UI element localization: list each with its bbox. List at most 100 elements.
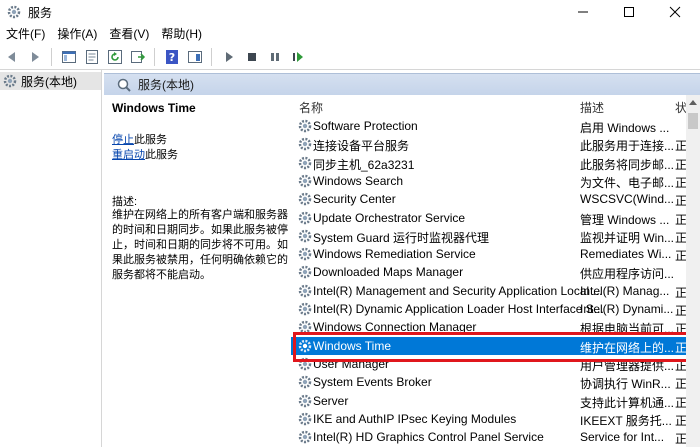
service-gear-icon [297, 118, 313, 134]
scroll-thumb[interactable] [688, 113, 698, 129]
table-row[interactable]: 同步主机_62a3231 此服务将同步邮... 正 [291, 154, 686, 172]
table-row[interactable]: IKE and AuthIP IPsec Keying Modules IKEEX… [291, 410, 686, 428]
table-row[interactable]: Intel(R) HD Graphics Control Panel Servi… [291, 428, 686, 446]
column-header-status[interactable]: 状 [675, 99, 686, 116]
menu-view[interactable]: 查看(V) [103, 24, 155, 44]
table-row[interactable]: System Guard 运行时监视器代理 监视并证明 Win... 正 [291, 227, 686, 245]
table-row[interactable]: Software Protection 启用 Windows ... [291, 117, 686, 135]
service-gear-icon [297, 191, 313, 207]
service-name: Intel(R) Dynamic Application Loader Host… [313, 302, 604, 316]
table-row[interactable]: Intel(R) Dynamic Application Loader Host… [291, 300, 686, 318]
vertical-scrollbar[interactable] [686, 95, 700, 447]
service-name: Update Orchestrator Service [313, 210, 466, 225]
table-row[interactable]: Windows Remediation Service Remediates Wi… [291, 245, 686, 263]
scroll-up-icon[interactable] [686, 95, 700, 109]
service-description: 为文件、电子邮... [580, 175, 675, 190]
table-row[interactable]: System Events Broker 协调执行 WinR... 正 [291, 373, 686, 391]
panel-header-title: 服务(本地) [138, 78, 194, 92]
stop-service-link[interactable]: 停止 [112, 134, 134, 146]
service-description: IKEEXT 服务托... [580, 413, 672, 428]
toolbar-separator [211, 47, 212, 66]
service-status: 正 [675, 413, 686, 428]
service-gear-icon [297, 374, 313, 390]
restart-icon[interactable] [287, 46, 309, 68]
forward-icon[interactable] [24, 46, 46, 68]
menu-bar: 文件(F) 操作(A) 查看(V) 帮助(H) [0, 24, 700, 44]
stop-link-suffix: 此服务 [134, 134, 167, 146]
service-gear-icon [297, 429, 313, 445]
column-header-description[interactable]: 描述 [580, 99, 604, 116]
menu-help[interactable]: 帮助(H) [155, 24, 208, 44]
service-description: 此服务将同步邮... [580, 157, 675, 172]
stop-icon[interactable] [241, 46, 263, 68]
service-gear-icon [297, 393, 313, 409]
pause-icon[interactable] [264, 46, 286, 68]
service-status: 正 [675, 377, 686, 392]
service-name: Server [313, 393, 349, 408]
service-description: WSCSVC(Wind... [580, 192, 675, 207]
restart-service-link[interactable]: 重启动 [112, 149, 145, 161]
service-name: Downloaded Maps Manager [313, 265, 464, 280]
service-status: 正 [675, 432, 686, 447]
service-gear-icon [297, 136, 313, 152]
service-status: 正 [675, 230, 686, 245]
table-row[interactable]: Windows Search 为文件、电子邮... 正 [291, 172, 686, 190]
close-button[interactable] [652, 0, 698, 24]
services-gear-icon [2, 73, 18, 89]
refresh-icon[interactable] [104, 46, 126, 68]
column-header-name[interactable]: 名称 [299, 99, 323, 116]
search-icon [116, 77, 132, 93]
export-list-icon[interactable] [127, 46, 149, 68]
console-tree-icon[interactable] [58, 46, 80, 68]
window-title: 服务 [28, 5, 53, 20]
toolbar-separator [51, 47, 52, 66]
service-status: 正 [675, 175, 686, 190]
tree-item-label: 服务(本地) [21, 74, 77, 89]
help-icon[interactable]: ? [161, 46, 183, 68]
service-status: 正 [675, 249, 686, 264]
service-status: 正 [675, 212, 686, 227]
service-name: Windows Search [313, 173, 404, 188]
table-row[interactable]: 连接设备平台服务 此服务用于连接... 正 [291, 135, 686, 153]
minimize-button[interactable] [560, 0, 606, 24]
menu-action[interactable]: 操作(A) [51, 24, 103, 44]
service-name: Security Center [313, 192, 396, 207]
service-description: Remediates Wi... [580, 247, 672, 262]
service-gear-icon [297, 155, 313, 171]
service-status: 正 [675, 395, 686, 410]
table-row[interactable]: Server 支持此计算机通... 正 [291, 392, 686, 410]
table-row[interactable]: Downloaded Maps Manager 供应用程序访问... [291, 263, 686, 281]
service-status: 正 [675, 304, 686, 318]
services-table: 名称 描述 状 Software Protection 启用 Windows ..… [291, 95, 686, 447]
svg-text:?: ? [169, 51, 175, 64]
properties-icon[interactable] [81, 46, 103, 68]
description-text: 维护在网络上的所有客户端和服务器的时间和日期同步。如果此服务被停止，时间和日期的… [112, 209, 288, 281]
table-row[interactable]: Intel(R) Management and Security Applica… [291, 282, 686, 300]
service-description: Intel(R) Manag... [580, 283, 670, 298]
tree-item-services-local[interactable]: 服务(本地) [0, 72, 101, 90]
service-gear-icon [297, 283, 313, 299]
maximize-button[interactable] [606, 0, 652, 24]
service-gear-icon [297, 411, 313, 427]
show-hide-icon[interactable] [184, 46, 206, 68]
services-gear-icon [6, 4, 22, 20]
service-gear-icon [297, 228, 313, 244]
start-icon[interactable] [218, 46, 240, 68]
service-status: 正 [675, 285, 686, 300]
service-gear-icon [297, 173, 313, 189]
service-name: Software Protection [313, 119, 418, 133]
service-name: System Guard 运行时监视器代理 [313, 230, 490, 245]
title-bar[interactable]: 服务 [0, 0, 700, 24]
service-gear-icon [297, 210, 313, 226]
service-gear-icon [297, 301, 313, 317]
back-icon[interactable] [1, 46, 23, 68]
table-row[interactable]: Security Center WSCSVC(Wind... 正 [291, 190, 686, 208]
panel-header: 服务(本地) [104, 73, 700, 95]
service-name: System Events Broker [313, 375, 432, 390]
menu-file[interactable]: 文件(F) [0, 24, 51, 44]
toolbar-separator [154, 47, 155, 66]
description-label: 描述: [112, 196, 138, 208]
table-row[interactable]: Update Orchestrator Service 管理 Windows ..… [291, 209, 686, 227]
table-header: 名称 描述 状 [291, 95, 686, 117]
service-description: 此服务用于连接... [580, 139, 675, 154]
